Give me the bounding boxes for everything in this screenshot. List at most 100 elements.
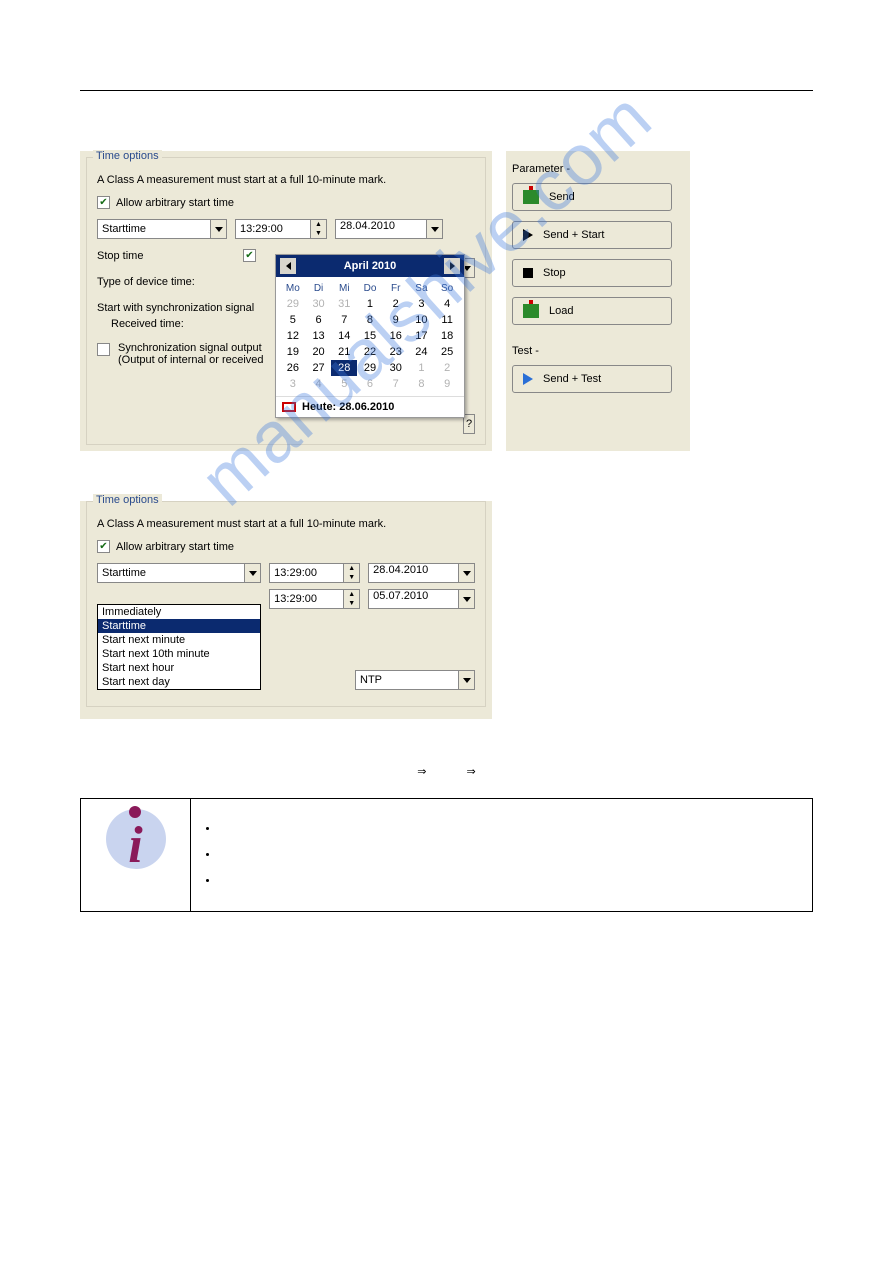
calendar-popup[interactable]: April 2010 MoDiMiDoFrSaSo293031123456789… xyxy=(275,254,465,418)
starttime-dropdown-list[interactable]: ImmediatelyStarttimeStart next minuteSta… xyxy=(97,604,261,690)
dropdown-option[interactable]: Immediately xyxy=(98,605,260,619)
calendar-day[interactable]: 5 xyxy=(331,376,357,392)
fieldset-legend: Time options xyxy=(93,150,162,162)
ntp-combo[interactable]: NTP xyxy=(355,670,475,690)
calendar-day[interactable]: 1 xyxy=(409,360,435,376)
parameter-section-label: Parameter - xyxy=(512,163,684,175)
calendar-day[interactable]: 15 xyxy=(357,328,383,344)
calendar-day[interactable]: 13 xyxy=(306,328,332,344)
calendar-day[interactable]: 30 xyxy=(306,296,332,312)
calendar-day-header: Sa xyxy=(409,281,435,296)
calendar-day[interactable]: 21 xyxy=(331,344,357,360)
starttime-date[interactable]: 28.04.2010 xyxy=(368,563,475,583)
calendar-day[interactable]: 11 xyxy=(434,312,460,328)
test-section-label: Test - xyxy=(512,345,684,357)
calendar-day[interactable]: 7 xyxy=(331,312,357,328)
starttime-combo[interactable]: Starttime xyxy=(97,563,261,583)
send-test-button[interactable]: Send + Test xyxy=(512,365,672,393)
calendar-day[interactable]: 27 xyxy=(306,360,332,376)
calendar-day[interactable]: 6 xyxy=(306,312,332,328)
calendar-day[interactable]: 2 xyxy=(434,360,460,376)
device-icon xyxy=(523,304,539,318)
calendar-day[interactable]: 14 xyxy=(331,328,357,344)
dropdown-option[interactable]: Start next hour xyxy=(98,661,260,675)
calendar-day[interactable]: 29 xyxy=(280,296,306,312)
chevron-down-icon[interactable] xyxy=(458,590,474,608)
calendar-day[interactable]: 31 xyxy=(331,296,357,312)
calendar-day[interactable]: 26 xyxy=(280,360,306,376)
info-table: i xyxy=(80,798,813,912)
calendar-day[interactable]: 25 xyxy=(434,344,460,360)
play-icon xyxy=(523,373,533,385)
calendar-day[interactable]: 30 xyxy=(383,360,409,376)
starttime-date[interactable]: 28.04.2010 xyxy=(335,219,443,239)
load-button[interactable]: Load xyxy=(512,297,672,325)
calendar-day[interactable]: 1 xyxy=(357,296,383,312)
starttime-time-spinner[interactable]: 13:29:00 ▲▼ xyxy=(269,563,360,583)
calendar-day[interactable]: 8 xyxy=(357,312,383,328)
calendar-day[interactable]: 24 xyxy=(409,344,435,360)
stop-time-label: Stop time xyxy=(97,250,235,262)
calendar-day[interactable]: 20 xyxy=(306,344,332,360)
send-button[interactable]: Send xyxy=(512,183,672,211)
calendar-prev-button[interactable] xyxy=(280,258,296,274)
calendar-grid: MoDiMiDoFrSaSo29303112345678910111213141… xyxy=(276,277,464,396)
calendar-day[interactable]: 3 xyxy=(409,296,435,312)
send-start-button[interactable]: Send + Start xyxy=(512,221,672,249)
calendar-day[interactable]: 6 xyxy=(357,376,383,392)
calendar-day[interactable]: 29 xyxy=(357,360,383,376)
calendar-day[interactable]: 9 xyxy=(434,376,460,392)
dropdown-option[interactable]: Start next 10th minute xyxy=(98,647,260,661)
calendar-day[interactable]: 23 xyxy=(383,344,409,360)
calendar-day[interactable]: 28 xyxy=(331,360,357,376)
dropdown-option[interactable]: Start next minute xyxy=(98,633,260,647)
calendar-day[interactable]: 7 xyxy=(383,376,409,392)
parameter-panel: Parameter - Send Send + Start Stop Load … xyxy=(506,151,690,451)
calendar-day[interactable]: 3 xyxy=(280,376,306,392)
fieldset-legend: Time options xyxy=(93,494,162,506)
row2-date[interactable]: 05.07.2010 xyxy=(368,589,475,609)
calendar-day-header: Mo xyxy=(280,281,306,296)
calendar-day[interactable]: 4 xyxy=(434,296,460,312)
chevron-down-icon[interactable] xyxy=(210,220,226,238)
starttime-combo[interactable]: Starttime xyxy=(97,219,227,239)
sync-output-checkbox[interactable] xyxy=(97,343,110,356)
allow-arbitrary-checkbox[interactable]: ✔ xyxy=(97,540,110,553)
calendar-day-header: Mi xyxy=(331,281,357,296)
info-list xyxy=(201,823,802,887)
chevron-down-icon[interactable] xyxy=(426,220,442,238)
calendar-day[interactable]: 17 xyxy=(409,328,435,344)
calendar-day[interactable]: 16 xyxy=(383,328,409,344)
dropdown-option[interactable]: Starttime xyxy=(98,619,260,633)
calendar-day[interactable]: 5 xyxy=(280,312,306,328)
stop-button[interactable]: Stop xyxy=(512,259,672,287)
allow-arbitrary-label: Allow arbitrary start time xyxy=(116,197,234,209)
chevron-down-icon[interactable] xyxy=(458,564,474,582)
calendar-next-button[interactable] xyxy=(444,258,460,274)
calendar-day[interactable]: 10 xyxy=(409,312,435,328)
calendar-day-header: So xyxy=(434,281,460,296)
calendar-day[interactable]: 9 xyxy=(383,312,409,328)
calendar-day[interactable]: 12 xyxy=(280,328,306,344)
calendar-day[interactable]: 2 xyxy=(383,296,409,312)
time-options-panel-2: Time options A Class A measurement must … xyxy=(80,501,492,719)
stop-time-checkbox[interactable]: ✔ xyxy=(243,249,256,262)
calendar-day[interactable]: 8 xyxy=(409,376,435,392)
row2-time-spinner[interactable]: 13:29:00 ▲▼ xyxy=(269,589,360,609)
starttime-time-spinner[interactable]: 13:29:00 ▲▼ xyxy=(235,219,327,239)
arrow-icon: ⇒ xyxy=(467,765,476,778)
calendar-day-header: Do xyxy=(357,281,383,296)
calendar-day[interactable]: 18 xyxy=(434,328,460,344)
chevron-down-icon[interactable] xyxy=(244,564,260,582)
dropdown-option[interactable]: Start next day xyxy=(98,675,260,689)
calendar-day[interactable]: 22 xyxy=(357,344,383,360)
allow-arbitrary-checkbox[interactable]: ✔ xyxy=(97,196,110,209)
time-options-panel-1: Time options A Class A measurement must … xyxy=(80,151,492,451)
calendar-day[interactable]: 19 xyxy=(280,344,306,360)
calendar-today[interactable]: Heute: 28.06.2010 xyxy=(276,396,464,417)
calendar-day-header: Fr xyxy=(383,281,409,296)
calendar-day[interactable]: 4 xyxy=(306,376,332,392)
arrow-row: ⇒ ⇒ xyxy=(80,765,813,778)
chevron-down-icon[interactable] xyxy=(458,671,474,689)
class-a-note: A Class A measurement must start at a fu… xyxy=(97,518,475,530)
